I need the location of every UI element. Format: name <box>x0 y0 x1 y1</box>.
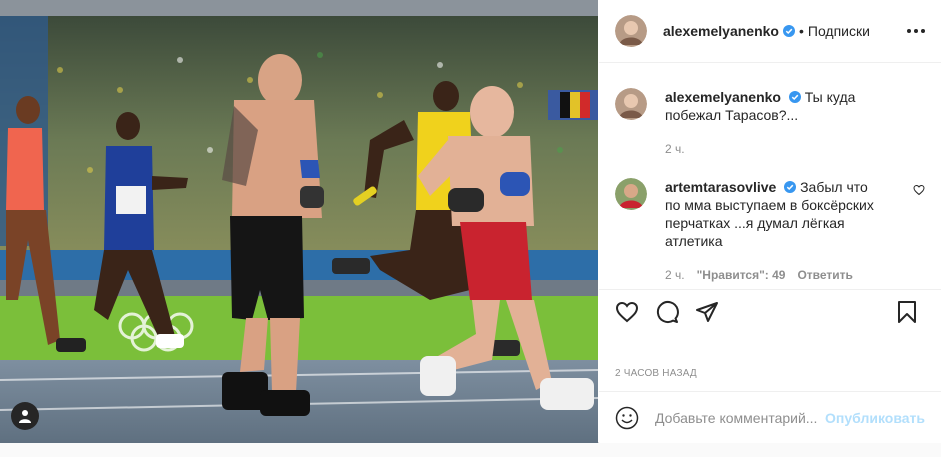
post-photo[interactable] <box>0 0 598 443</box>
caption: alexemelyanenko Ты куда побежал Тарасов?… <box>615 88 925 158</box>
comment-like-heart-icon[interactable] <box>913 184 925 196</box>
post-time-ago[interactable]: 2 ЧАСОВ НАЗАД <box>615 368 697 379</box>
following-button[interactable]: Подписки <box>808 23 870 39</box>
author-avatar-image <box>615 15 647 47</box>
share-icon[interactable] <box>695 300 719 324</box>
sprint-photo-illustration <box>0 0 598 443</box>
caption-username[interactable]: alexemelyanenko <box>665 89 781 105</box>
comment-input[interactable] <box>655 409 819 426</box>
add-comment-bar: Опубликовать <box>599 391 941 443</box>
publish-button[interactable]: Опубликовать <box>825 410 925 426</box>
commenter-username[interactable]: artemtarasovlive <box>665 179 776 195</box>
commenter-avatar[interactable] <box>615 178 647 210</box>
user-tag-button[interactable] <box>11 402 39 430</box>
header-separator: • <box>798 23 804 39</box>
verified-badge-icon <box>782 25 795 37</box>
comment-time[interactable]: 2 ч. <box>665 266 685 284</box>
comment-icon[interactable] <box>655 300 679 324</box>
caption-avatar[interactable] <box>615 88 647 120</box>
author-avatar[interactable] <box>615 15 647 47</box>
action-bar <box>599 300 941 332</box>
comment-row: artemtarasovlive Забыл что по мма выступ… <box>615 178 925 284</box>
comments-section: alexemelyanenko Ты куда побежал Тарасов?… <box>599 64 941 290</box>
post-card: alexemelyanenko • Подписки alexemelyanen… <box>0 0 941 443</box>
heart-icon[interactable] <box>615 300 639 324</box>
post-header: alexemelyanenko • Подписки <box>599 0 941 63</box>
caption-avatar-image <box>615 88 647 120</box>
comment-likes[interactable]: "Нравится": 49 <box>697 266 786 284</box>
more-icon[interactable] <box>907 29 925 33</box>
post-sidebar: alexemelyanenko • Подписки alexemelyanen… <box>599 0 941 443</box>
caption-time[interactable]: 2 ч. <box>665 140 685 158</box>
verified-badge-icon <box>784 181 797 193</box>
author-username[interactable]: alexemelyanenko <box>663 23 779 39</box>
emoji-icon[interactable] <box>615 406 639 430</box>
bookmark-icon[interactable] <box>895 300 919 324</box>
commenter-avatar-image <box>615 178 647 210</box>
reply-button[interactable]: Ответить <box>797 266 852 284</box>
user-tag-icon <box>19 410 31 423</box>
verified-badge-icon <box>788 91 801 103</box>
